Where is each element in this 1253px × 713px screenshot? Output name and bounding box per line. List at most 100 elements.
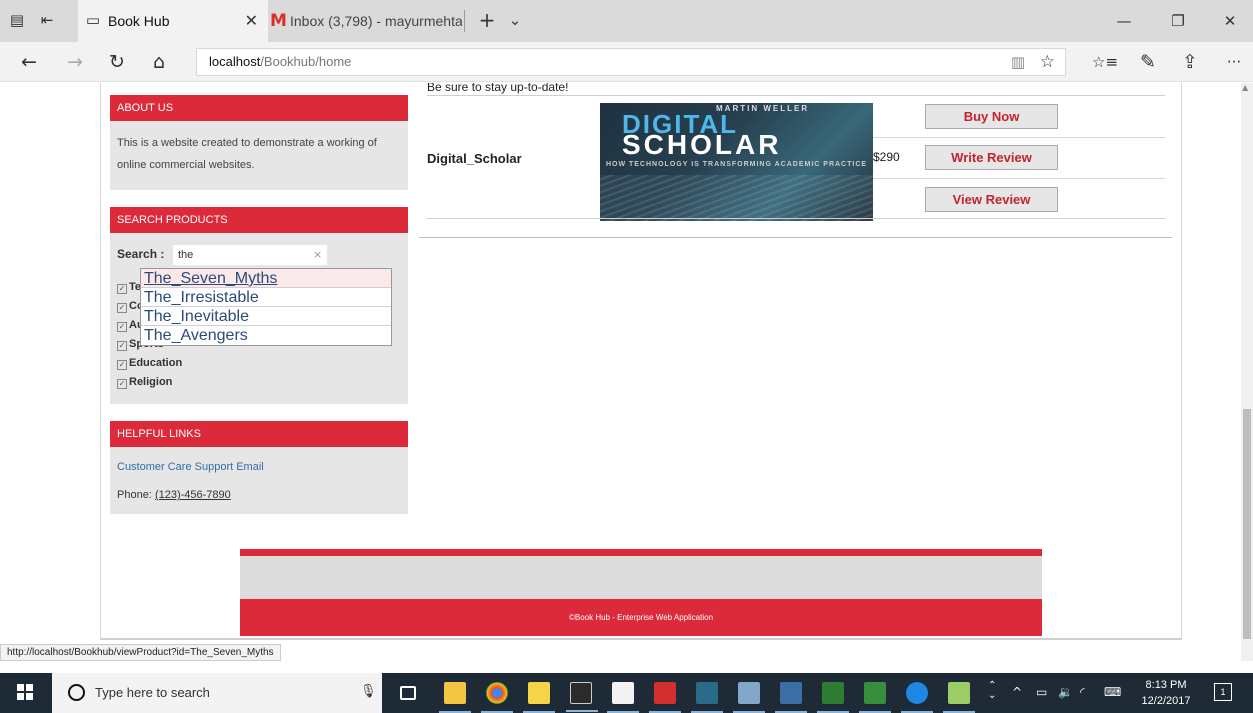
- share-icon[interactable]: ⇪: [1177, 50, 1203, 74]
- taskbar-clock[interactable]: 8:13 PM 12/2/2017: [1138, 677, 1194, 709]
- task-view-icon[interactable]: [400, 686, 416, 700]
- address-bar[interactable]: localhost/Bookhub/home ▥ ☆: [196, 48, 1066, 76]
- phone-number-link[interactable]: (123)-456-7890: [155, 489, 231, 501]
- cover-fiber-optic-art: [600, 175, 873, 221]
- app-window-icon[interactable]: [691, 682, 723, 713]
- close-tab-icon[interactable]: ✕: [245, 0, 258, 42]
- minimize-button[interactable]: —: [1101, 0, 1147, 42]
- vertical-scrollbar[interactable]: ▲: [1241, 83, 1253, 661]
- address-host: localhost: [209, 54, 261, 69]
- divider: [873, 137, 1165, 138]
- tab-preview-icon[interactable]: ▤: [8, 11, 26, 29]
- chrome-icon[interactable]: [481, 682, 513, 713]
- favorites-hub-icon[interactable]: ☆≡: [1092, 50, 1118, 74]
- keyboard-icon[interactable]: ⌨: [1104, 685, 1121, 699]
- suggestion-item[interactable]: The_Seven_Myths: [141, 269, 391, 288]
- windows-start-icon[interactable]: [17, 684, 33, 700]
- footer-top-bar: [240, 549, 1042, 556]
- favorite-star-icon[interactable]: ☆: [1040, 49, 1055, 75]
- cortana-icon: [68, 684, 85, 701]
- category-item[interactable]: ✓ Education: [117, 357, 182, 376]
- microphone-icon[interactable]: 🎙: [360, 684, 377, 699]
- maximize-button[interactable]: ❐: [1155, 0, 1201, 42]
- checkbox-icon[interactable]: ✓: [117, 360, 127, 370]
- action-center-icon[interactable]: 1: [1214, 683, 1232, 701]
- set-tabs-aside-icon[interactable]: ⇤: [38, 11, 56, 29]
- tab-book-hub[interactable]: ▭ Book Hub ✕: [78, 0, 268, 42]
- edge-browser-icon[interactable]: [901, 682, 933, 713]
- customer-care-email-link[interactable]: Customer Care Support Email: [117, 461, 264, 473]
- show-hidden-icons-icon[interactable]: ^: [1012, 685, 1022, 699]
- scrollbar-thumb[interactable]: [1243, 409, 1251, 639]
- category-label: Religion: [129, 376, 173, 388]
- mongodb-icon[interactable]: [817, 682, 849, 713]
- address-path: /Bookhub/home: [260, 54, 352, 69]
- footer-text: ©Book Hub - Enterprise Web Application: [240, 599, 1042, 636]
- browser-tab-bar: ▤ ⇤ ▭ Book Hub ✕ M Inbox (3,798) - mayur…: [0, 0, 1253, 42]
- suggestion-item[interactable]: The_Inevitable: [141, 307, 391, 326]
- home-icon[interactable]: ⌂: [146, 50, 172, 74]
- mongodb-compass-icon[interactable]: [859, 682, 891, 713]
- forward-arrow-icon[interactable]: →: [62, 50, 88, 74]
- scroll-up-icon[interactable]: ▲: [1242, 83, 1248, 92]
- phone-info: Phone: (123)-456-7890: [117, 489, 231, 501]
- checkbox-icon[interactable]: ✓: [117, 322, 127, 332]
- reading-view-icon[interactable]: ▥: [1011, 49, 1025, 75]
- buy-now-button[interactable]: Buy Now: [925, 104, 1058, 129]
- new-tab-icon[interactable]: +: [478, 10, 496, 30]
- tab-divider: [464, 10, 465, 32]
- paint-icon[interactable]: [943, 682, 975, 713]
- overflow-chevron-icon[interactable]: ⌃ ⌄: [988, 681, 996, 701]
- tab-inbox[interactable]: M Inbox (3,798) - mayurmehta: [268, 0, 464, 42]
- write-review-button[interactable]: Write Review: [925, 145, 1058, 170]
- browser-nav-bar: ← → ↻ ⌂ localhost/Bookhub/home ▥ ☆ ☆≡ ✎ …: [0, 42, 1253, 82]
- gmail-icon: M: [270, 11, 287, 31]
- about-us-text: This is a website created to demonstrate…: [117, 137, 377, 171]
- status-url: http://localhost/Bookhub/viewProduct?id=…: [0, 644, 281, 661]
- product-price: $290: [873, 150, 900, 164]
- chevron-down-icon[interactable]: ⌄: [506, 11, 524, 29]
- checkbox-icon[interactable]: ✓: [117, 284, 127, 294]
- clock-time: 8:13 PM: [1145, 679, 1187, 691]
- windows-taskbar: Type here to search 🎙 ⌃ ⌄ ^ ▭ 🔉 ◜ ⌨ 8:13 …: [0, 673, 1253, 713]
- checkbox-icon[interactable]: ✓: [117, 303, 127, 313]
- terminal-icon[interactable]: [566, 682, 598, 712]
- cover-title-line2: SCHOLAR: [622, 129, 782, 160]
- close-window-button[interactable]: ✕: [1207, 0, 1253, 42]
- checkbox-icon[interactable]: ✓: [117, 341, 127, 351]
- search-input[interactable]: [173, 245, 327, 265]
- category-label: Education: [129, 357, 183, 369]
- back-arrow-icon[interactable]: ←: [16, 50, 42, 74]
- notepad-icon[interactable]: [607, 682, 639, 713]
- more-icon[interactable]: ···: [1221, 50, 1247, 74]
- tagline: Be sure to stay up-to-date!: [427, 83, 569, 94]
- checkbox-icon[interactable]: ✓: [117, 379, 127, 389]
- design-tool-icon[interactable]: [775, 682, 807, 713]
- view-review-button[interactable]: View Review: [925, 187, 1058, 212]
- wifi-icon[interactable]: ◜: [1080, 685, 1085, 699]
- about-us-panel: ABOUT US This is a website created to de…: [110, 95, 408, 190]
- taskbar-search-placeholder: Type here to search: [95, 685, 210, 700]
- taskbar-search-box[interactable]: Type here to search 🎙: [52, 673, 382, 713]
- search-products-heading: SEARCH PRODUCTS: [110, 207, 408, 233]
- sticky-notes-icon[interactable]: [523, 682, 555, 713]
- suggestion-item[interactable]: The_Avengers: [141, 326, 391, 345]
- tab-title: Inbox (3,798) - mayurmehta: [290, 13, 462, 29]
- refresh-icon[interactable]: ↻: [104, 50, 130, 74]
- product-cover-image[interactable]: MARTIN WELLER DIGITAL SCHOLAR HOW TECHNO…: [600, 103, 873, 221]
- divider: [419, 237, 1172, 238]
- helpful-links-heading: HELPFUL LINKS: [110, 421, 408, 447]
- phone-label: Phone:: [117, 489, 152, 501]
- category-item[interactable]: ✓ Religion: [117, 376, 182, 395]
- page-viewport: ABOUT US This is a website created to de…: [0, 83, 1253, 661]
- file-explorer-icon[interactable]: [439, 682, 471, 713]
- battery-icon[interactable]: ▭: [1036, 685, 1047, 699]
- pdf-reader-icon[interactable]: [649, 682, 681, 713]
- web-note-icon[interactable]: ✎: [1135, 50, 1161, 74]
- divider: [873, 178, 1165, 179]
- java-icon[interactable]: [733, 682, 765, 713]
- clear-search-icon[interactable]: ×: [313, 248, 322, 261]
- volume-icon[interactable]: 🔉: [1058, 685, 1073, 699]
- product-name: Digital_Scholar: [427, 151, 522, 166]
- suggestion-item[interactable]: The_Irresistable: [141, 288, 391, 307]
